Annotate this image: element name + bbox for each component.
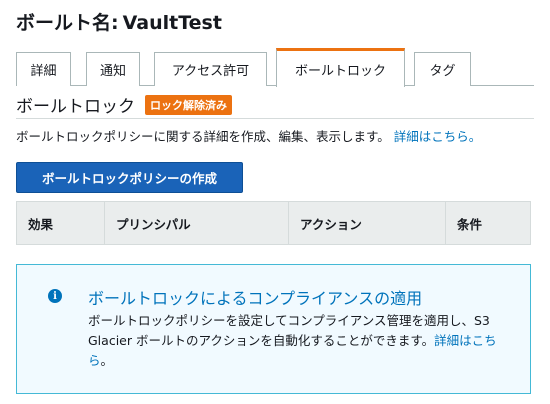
- tab-details[interactable]: 詳細: [16, 52, 71, 86]
- section-header: ボールトロック ロック解除済み: [16, 92, 232, 117]
- info-body-text: ボールトロックポリシーを設定してコンプライアンス管理を適用し、S3 Glacie…: [88, 313, 490, 348]
- vault-name: VaultTest: [122, 12, 222, 34]
- page-title: ボールト名: VaultTest: [16, 8, 222, 35]
- info-body: ボールトロックポリシーを設定してコンプライアンス管理を適用し、S3 Glacie…: [88, 311, 518, 371]
- column-header-principal[interactable]: プリンシパル: [105, 202, 289, 244]
- section-title: ボールトロック: [16, 97, 135, 117]
- info-link-suffix: 。: [100, 353, 114, 368]
- info-panel: i ボールトロックによるコンプライアンスの適用 ボールトロックポリシーを設定して…: [16, 264, 531, 394]
- status-badge: ロック解除済み: [145, 94, 232, 115]
- info-heading: ボールトロックによるコンプライアンスの適用: [88, 289, 423, 308]
- tab-notifications[interactable]: 通知: [86, 52, 140, 86]
- vault-name-label: ボールト名:: [16, 12, 119, 34]
- description-text: ボールトロックポリシーに関する詳細を作成、編集、表示します。: [16, 129, 390, 144]
- create-vault-lock-policy-button[interactable]: ボールトロックポリシーの作成: [16, 162, 243, 193]
- section-divider: [16, 118, 534, 119]
- tab-tags[interactable]: タグ: [414, 52, 471, 86]
- learn-more-link[interactable]: 詳細はこちら。: [394, 129, 482, 144]
- tab-vault-lock[interactable]: ボールトロック: [276, 48, 405, 87]
- section-description: ボールトロックポリシーに関する詳細を作成、編集、表示します。 詳細はこちら。: [16, 126, 481, 145]
- info-icon: i: [48, 289, 62, 303]
- policy-table: 効果 プリンシパル アクション 条件: [16, 201, 531, 245]
- tab-permissions[interactable]: アクセス許可: [154, 52, 267, 86]
- column-header-effect[interactable]: 効果: [17, 202, 105, 244]
- tab-bar: 詳細 通知 アクセス許可 ボールトロック タグ: [16, 48, 534, 87]
- column-header-condition[interactable]: 条件: [446, 202, 530, 244]
- column-header-action[interactable]: アクション: [289, 202, 446, 244]
